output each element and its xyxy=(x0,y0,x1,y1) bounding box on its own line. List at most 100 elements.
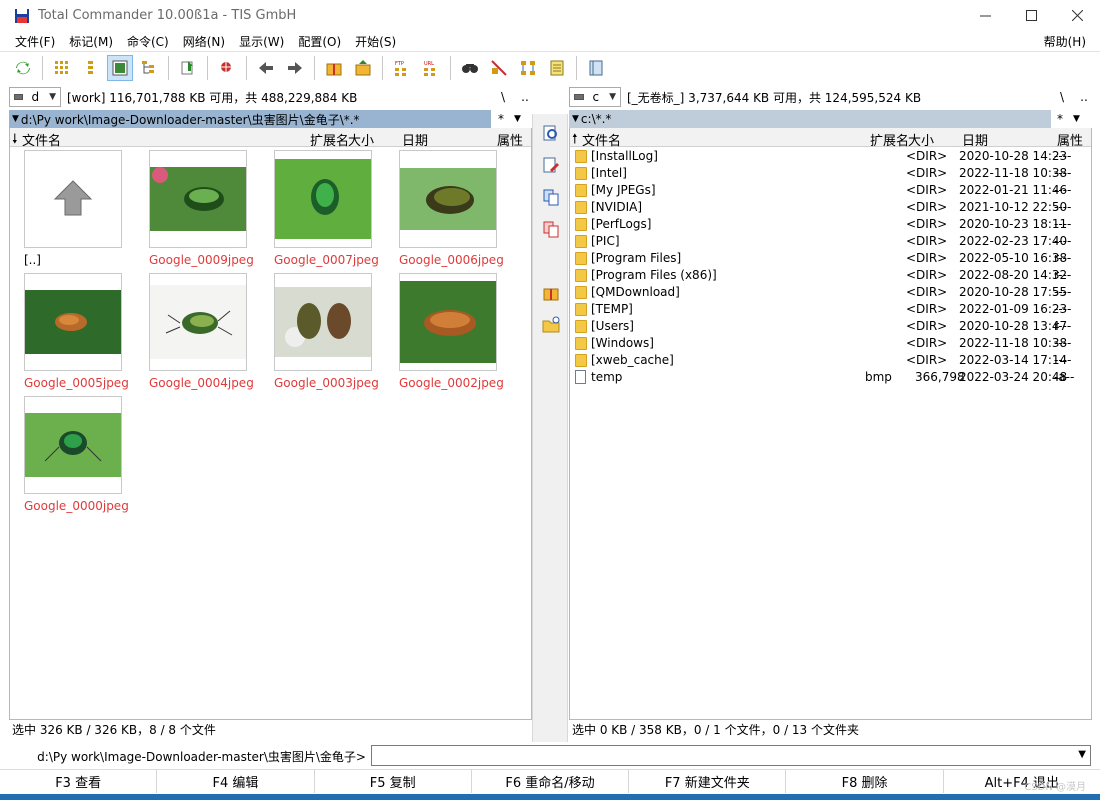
menu-commands[interactable]: 命令(C) xyxy=(120,33,176,50)
table-row[interactable]: [QMDownload] <DIR> 2020-10-28 17:55 ---- xyxy=(570,284,1090,301)
sync-dirs-icon[interactable] xyxy=(515,55,541,81)
table-row[interactable]: temp bmp 366,798 2022-03-24 20:48 -a-- xyxy=(570,369,1090,386)
table-row[interactable]: [Program Files (x86)] <DIR> 2022-08-20 14:… xyxy=(570,267,1090,284)
right-drive-select[interactable]: c ▼ xyxy=(569,87,621,107)
header-ext[interactable]: 扩展名 xyxy=(870,130,909,149)
notebook-icon[interactable] xyxy=(583,55,609,81)
left-root-button[interactable]: \ xyxy=(492,90,514,104)
table-row[interactable]: [InstallLog] <DIR> 2020-10-28 14:23 ---- xyxy=(570,148,1090,165)
pack-icon[interactable] xyxy=(542,284,560,302)
command-line: d:\Py work\Image-Downloader-master\虫害图片\… xyxy=(0,742,1100,768)
folder-icon xyxy=(575,269,587,282)
table-row[interactable]: [xweb_cache] <DIR> 2022-03-14 17:14 ---- xyxy=(570,352,1090,369)
minimize-button[interactable] xyxy=(962,0,1008,31)
thumb-item[interactable]: Google_0007 jpeg xyxy=(274,150,379,267)
header-date[interactable]: 日期 xyxy=(962,130,988,149)
thumb-item[interactable]: Google_0005 jpeg xyxy=(24,273,129,390)
chevron-down-icon[interactable]: ▼ xyxy=(1078,749,1086,760)
ftp-connect-icon[interactable]: FTP xyxy=(389,55,415,81)
beetle-image xyxy=(399,273,497,371)
menu-start[interactable]: 开始(S) xyxy=(348,33,403,50)
table-row[interactable]: [Users] <DIR> 2020-10-28 13:47 r--- xyxy=(570,318,1090,335)
edit-file-icon[interactable] xyxy=(542,156,560,174)
header-size[interactable]: 大小 xyxy=(908,130,934,149)
header-size[interactable]: 大小 xyxy=(348,130,374,149)
command-input[interactable]: ▼ xyxy=(371,745,1091,766)
right-path-bar[interactable]: ▼ c:\*.* xyxy=(569,110,1051,128)
menu-file[interactable]: 文件(F) xyxy=(8,33,62,50)
right-root-button[interactable]: \ xyxy=(1051,90,1073,104)
f8-delete-button[interactable]: F8 删除 xyxy=(786,770,944,793)
table-row[interactable]: [Windows] <DIR> 2022-11-18 10:38 ---- xyxy=(570,335,1090,352)
right-up-button[interactable]: .. xyxy=(1073,90,1095,104)
tree-view-icon[interactable] xyxy=(136,55,162,81)
brief-view-icon[interactable] xyxy=(49,55,75,81)
header-date[interactable]: 日期 xyxy=(402,130,428,149)
menu-help[interactable]: 帮助(H) xyxy=(1044,33,1086,50)
right-filter[interactable]: * xyxy=(1057,112,1063,126)
maximize-button[interactable] xyxy=(1008,0,1054,31)
left-filter[interactable]: * xyxy=(498,112,504,126)
thumbnail-view-icon[interactable] xyxy=(107,55,133,81)
close-button[interactable] xyxy=(1054,0,1100,31)
header-name[interactable]: 文件名 xyxy=(582,130,621,149)
history-dropdown-icon[interactable]: ▼ xyxy=(572,114,579,124)
copy-files-icon[interactable] xyxy=(542,188,560,206)
history-dropdown-icon[interactable]: ▼ xyxy=(12,114,19,124)
f4-edit-button[interactable]: F4 编辑 xyxy=(157,770,315,793)
move-files-icon[interactable] xyxy=(542,220,560,238)
thumb-item[interactable]: Google_0006 jpeg xyxy=(399,150,504,267)
pack-files-icon[interactable] xyxy=(321,55,347,81)
f7-newfolder-button[interactable]: F7 新建文件夹 xyxy=(629,770,787,793)
thumb-name: Google_0002 xyxy=(399,376,478,390)
forward-icon[interactable] xyxy=(282,55,308,81)
unpack-files-icon[interactable] xyxy=(350,55,376,81)
header-attr[interactable]: 属性 xyxy=(1057,130,1083,149)
notepad-icon[interactable] xyxy=(544,55,570,81)
right-column-headers: 🠕 文件名 扩展名 大小 日期 属性 xyxy=(570,128,1091,149)
f6-move-button[interactable]: F6 重命名/移动 xyxy=(472,770,630,793)
menu-show[interactable]: 显示(W) xyxy=(232,33,291,50)
left-up-button[interactable]: .. xyxy=(514,90,536,104)
menu-mark[interactable]: 标记(M) xyxy=(62,33,120,50)
header-ext[interactable]: 扩展名 xyxy=(310,130,349,149)
f3-view-button[interactable]: F3 查看 xyxy=(0,770,158,793)
table-row[interactable]: [PerfLogs] <DIR> 2020-10-23 18:11 ---- xyxy=(570,216,1090,233)
view-file-icon[interactable] xyxy=(542,124,560,142)
left-file-panel[interactable]: 🠗 文件名 扩展名 大小 日期 属性 [..] Google_0009 jpeg … xyxy=(9,128,532,720)
invert-selection-icon[interactable] xyxy=(175,55,201,81)
multi-rename-icon[interactable] xyxy=(486,55,512,81)
table-row[interactable]: [My JPEGs] <DIR> 2022-01-21 11:46 ---- xyxy=(570,182,1090,199)
full-view-icon[interactable] xyxy=(78,55,104,81)
right-drive-bar: c ▼ [_无卷标_] 3,737,644 KB 可用，共 124,595,52… xyxy=(569,86,921,108)
table-row[interactable]: [NVIDIA] <DIR> 2021-10-12 22:50 ---- xyxy=(570,199,1090,216)
table-row[interactable]: [Intel] <DIR> 2022-11-18 10:38 ---- xyxy=(570,165,1090,182)
header-attr[interactable]: 属性 xyxy=(497,130,523,149)
menu-configuration[interactable]: 配置(O) xyxy=(291,33,348,50)
header-name[interactable]: 文件名 xyxy=(22,130,61,149)
table-row[interactable]: [Program Files] <DIR> 2022-05-10 16:38 r--- xyxy=(570,250,1090,267)
thumb-item[interactable]: Google_0009 jpeg xyxy=(149,150,254,267)
select-group-icon[interactable] xyxy=(214,55,240,81)
thumb-item[interactable]: Google_0000 jpeg xyxy=(24,396,129,513)
left-drive-bar: d ▼ [work] 116,701,788 KB 可用，共 488,229,8… xyxy=(9,86,357,108)
table-row[interactable]: [TEMP] <DIR> 2022-01-09 16:23 ---- xyxy=(570,301,1090,318)
right-filter-dropdown-icon[interactable]: ▼ xyxy=(1073,114,1080,124)
back-icon[interactable] xyxy=(253,55,279,81)
left-filter-dropdown-icon[interactable]: ▼ xyxy=(514,114,521,124)
thumb-item[interactable]: Google_0003 jpeg xyxy=(274,273,379,390)
right-file-panel[interactable]: 🠕 文件名 扩展名 大小 日期 属性 [InstallLog] <DIR> 2020… xyxy=(569,128,1092,720)
f5-copy-button[interactable]: F5 复制 xyxy=(315,770,472,793)
thumb-item[interactable]: [..] xyxy=(24,150,124,267)
folder-icon xyxy=(575,235,587,248)
left-drive-select[interactable]: d ▼ xyxy=(9,87,61,107)
menu-net[interactable]: 网络(N) xyxy=(176,33,232,50)
search-icon[interactable] xyxy=(457,55,483,81)
new-folder-icon[interactable] xyxy=(542,316,560,334)
table-row[interactable]: [PIC] <DIR> 2022-02-23 17:40 ---- xyxy=(570,233,1090,250)
url-connect-icon[interactable]: URL xyxy=(418,55,444,81)
thumb-item[interactable]: Google_0004 jpeg xyxy=(149,273,254,390)
refresh-icon[interactable] xyxy=(10,55,36,81)
left-path-bar[interactable]: ▼ d:\Py work\Image-Downloader-master\虫害图… xyxy=(9,110,491,128)
thumb-item[interactable]: Google_0002 jpeg xyxy=(399,273,504,390)
